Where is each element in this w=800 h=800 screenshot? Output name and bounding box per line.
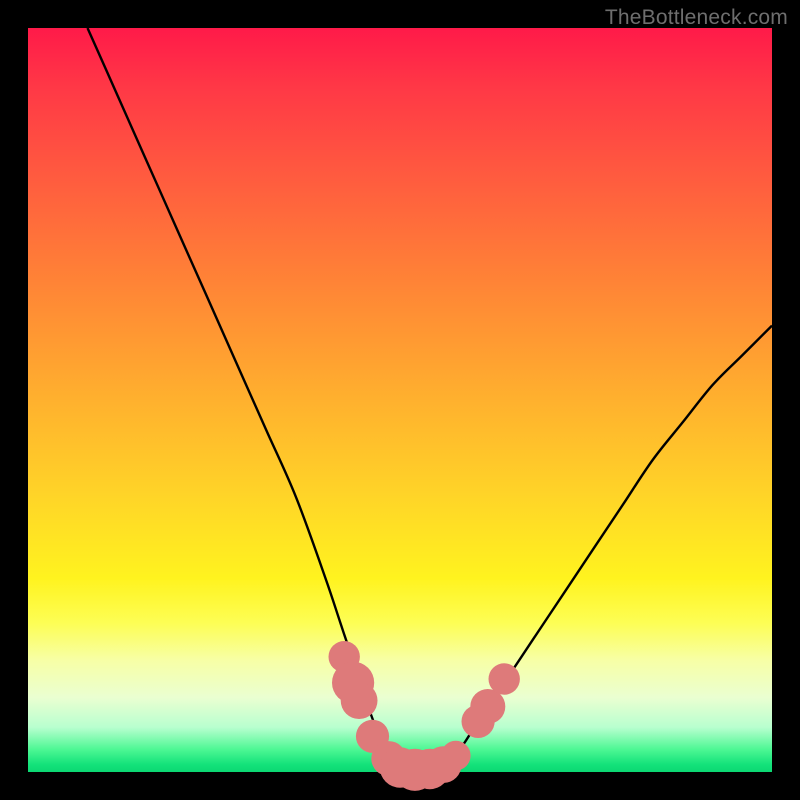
chart-svg [28, 28, 772, 772]
curve-marker [341, 682, 378, 719]
curve-marker [489, 663, 520, 694]
curve-marker [470, 689, 505, 724]
watermark-text: TheBottleneck.com [605, 6, 788, 30]
chart-frame: TheBottleneck.com [0, 0, 800, 800]
bottleneck-curve [88, 28, 773, 774]
plot-area [28, 28, 772, 772]
marker-layer [329, 641, 520, 791]
curve-marker [441, 741, 471, 771]
